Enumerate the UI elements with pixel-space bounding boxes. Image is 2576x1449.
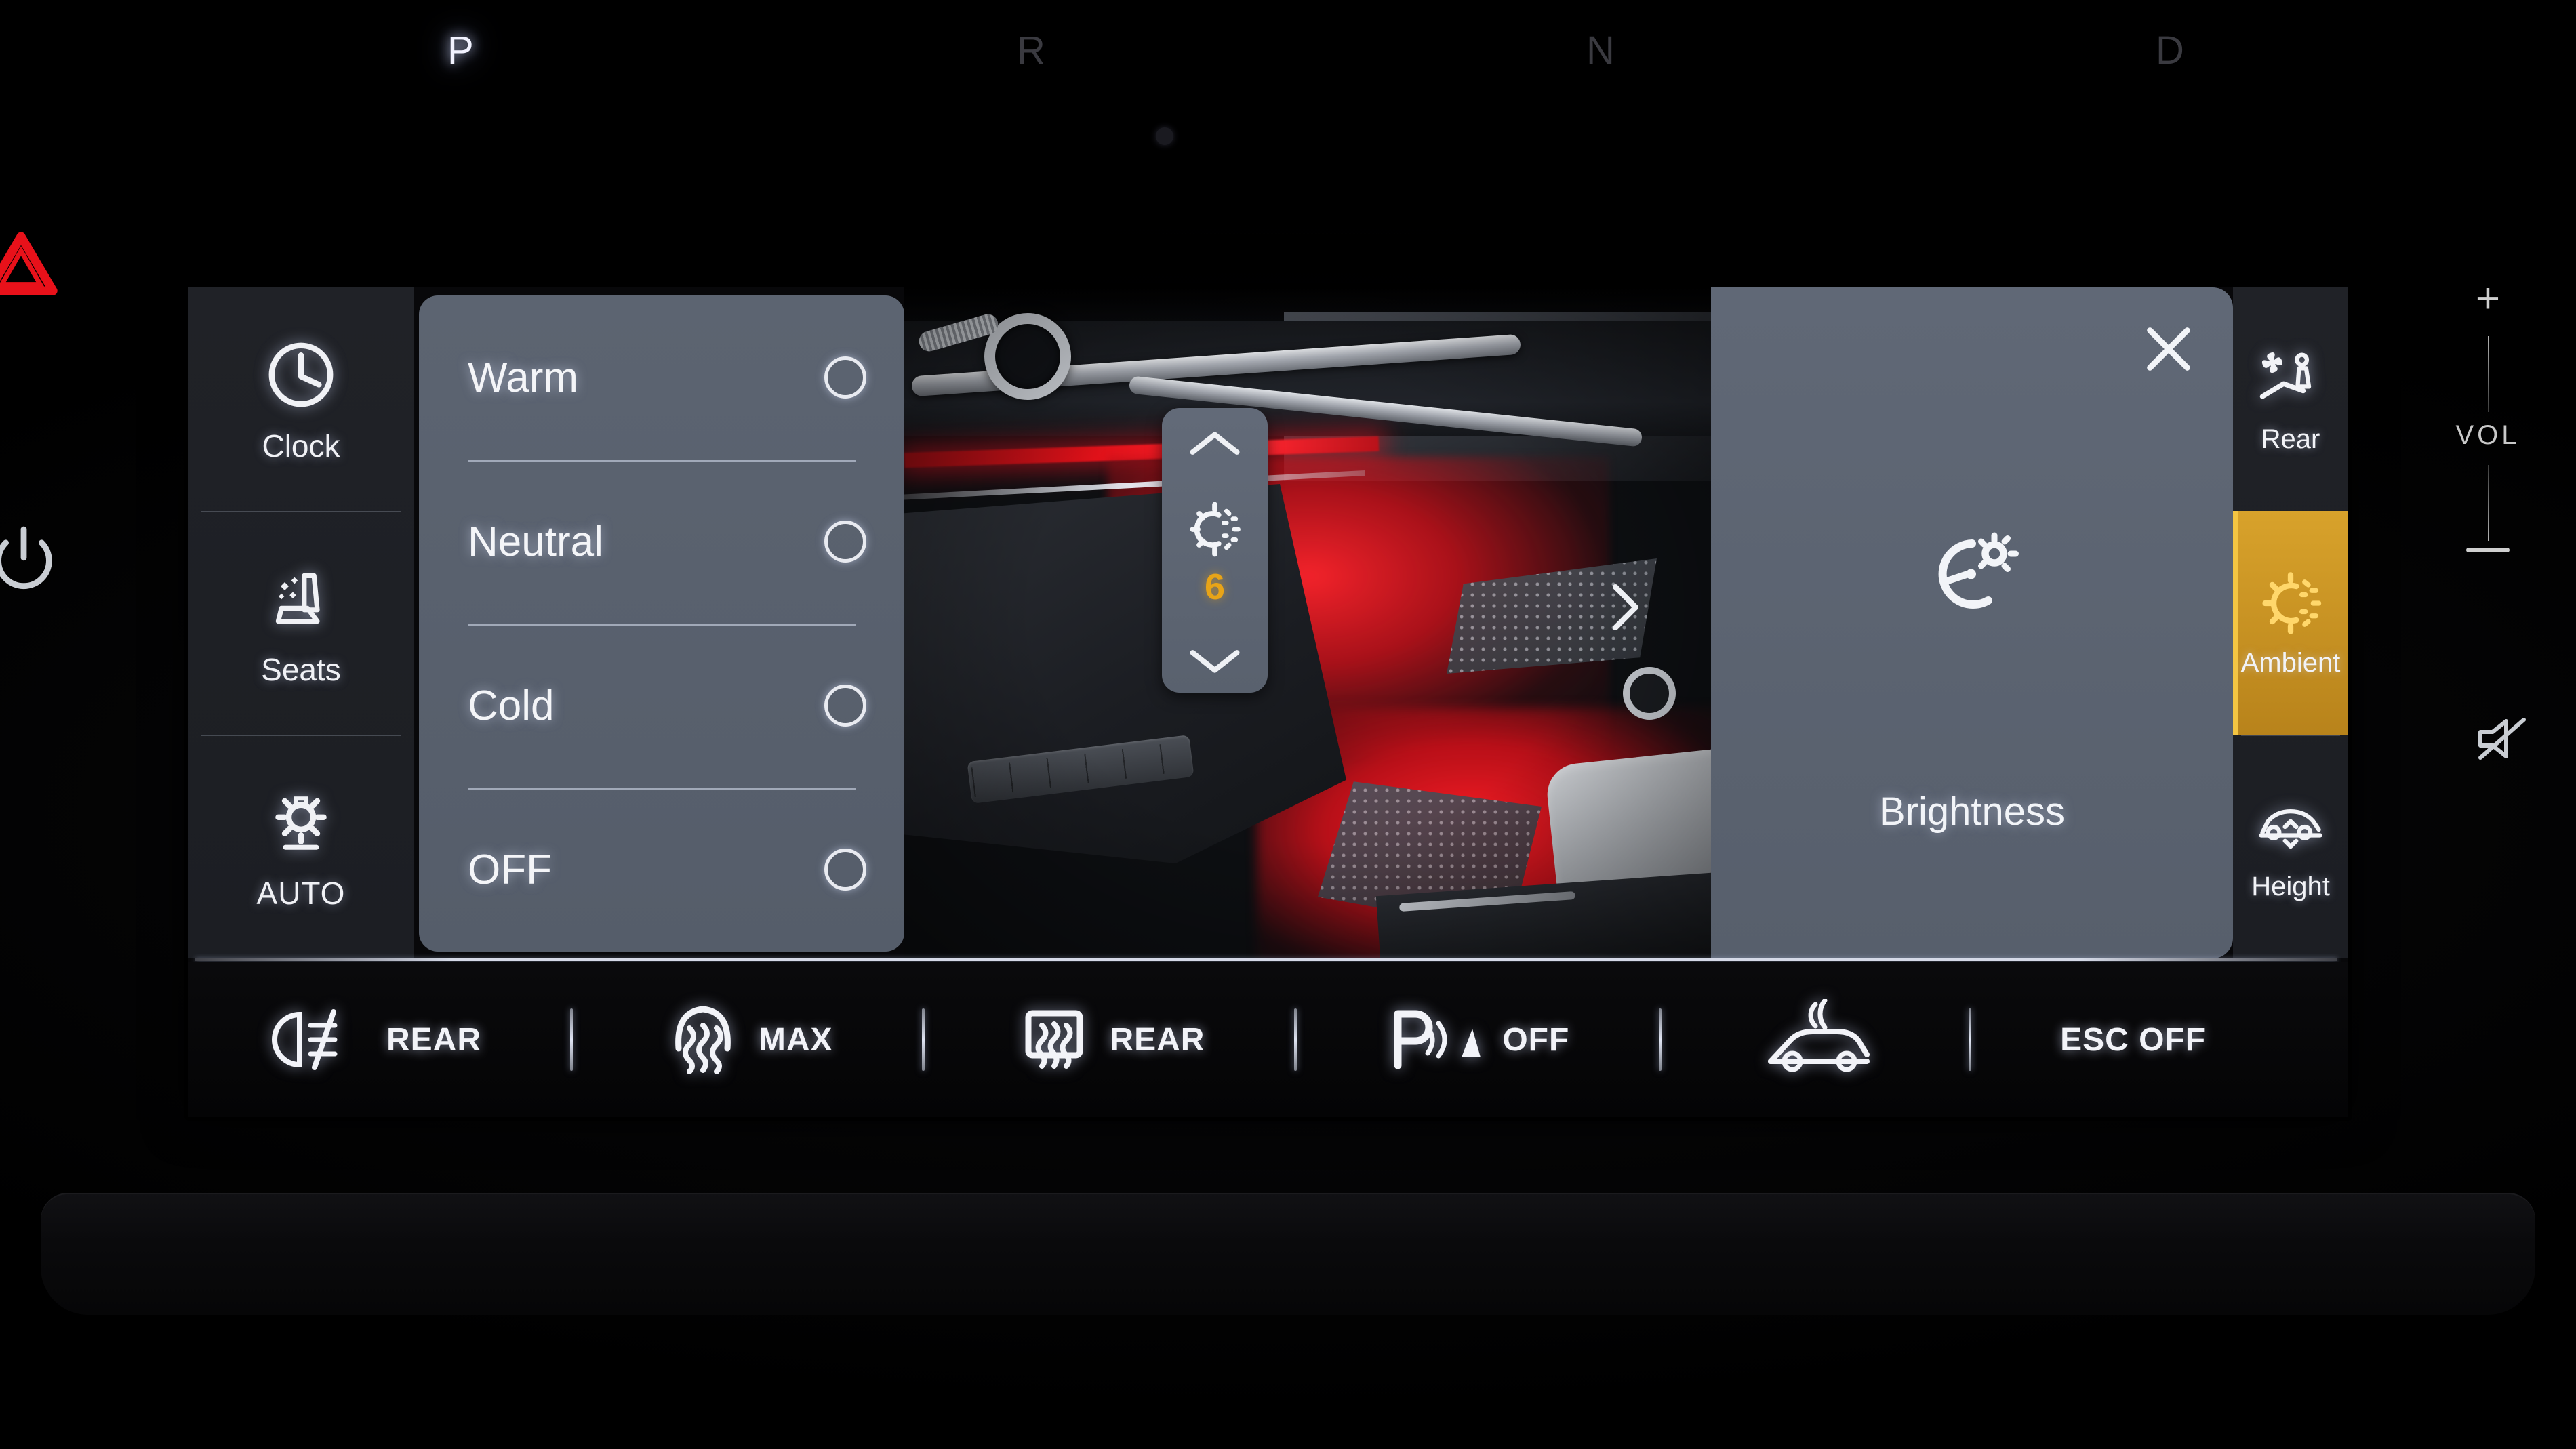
bottom-bar-divider-3 [1293, 1008, 1297, 1071]
rear-fog-light-button[interactable]: REAR [270, 962, 481, 1117]
sidebar-item-clock[interactable]: Clock [188, 287, 414, 511]
rear-fog-light-icon [272, 1009, 338, 1070]
gear-position-n[interactable]: N [1586, 7, 1615, 95]
seat-climate-icon [275, 573, 320, 624]
power-icon[interactable] [0, 522, 61, 596]
surround-camera-icon [1768, 999, 1870, 1072]
esc-off-button[interactable]: ESC OFF [2060, 962, 2206, 1117]
mode-option-neutral[interactable]: Neutral [419, 460, 904, 624]
infotainment-display[interactable]: Clock Seats AUTO Warm Neutral Cold OFF 6… [188, 287, 2348, 1117]
left-icon-rail: Clock Seats AUTO [188, 287, 414, 958]
vehicle-height-icon [2259, 809, 2322, 849]
brightness-label: Brightness [1878, 790, 2066, 834]
ambient-preview-image [904, 287, 1711, 958]
front-defrost-button[interactable]: MAX [662, 962, 833, 1117]
park-assist-button[interactable]: OFF [1386, 962, 1569, 1117]
sidebar-item-seats[interactable]: Seats [188, 511, 414, 735]
sidebar-label-height: Height [2251, 871, 2330, 901]
volume-up-button[interactable]: + [2413, 278, 2562, 325]
sidebar-label-ambient: Ambient [2240, 647, 2341, 678]
brightness-stepper[interactable]: 6 [1162, 408, 1268, 693]
rear-climate-icon [2259, 352, 2312, 399]
clock-icon [268, 342, 334, 407]
rear-defrost-icon [1025, 1010, 1083, 1069]
mode-radio-cold[interactable] [824, 685, 866, 727]
volume-line-lower [2488, 465, 2489, 541]
volume-line-upper [2488, 336, 2489, 412]
cabin-camera-lens [1156, 127, 1173, 145]
sidebar-label-rear: Rear [2261, 424, 2320, 454]
bottom-bar-divider-4 [1658, 1008, 1662, 1071]
mode-radio-neutral[interactable] [824, 521, 866, 563]
front-defrost-label: MAX [758, 1021, 833, 1058]
brightness-value: 6 [1204, 567, 1226, 607]
brightness-sun-icon [1190, 502, 1241, 557]
hazard-triangle-icon[interactable] [0, 224, 65, 304]
chevron-up-icon[interactable] [1186, 426, 1244, 462]
volume-control[interactable]: + VOL [2413, 278, 2562, 657]
sidebar-label-auto: AUTO [256, 876, 346, 911]
park-assist-icon [1394, 1010, 1481, 1069]
mode-radio-warm[interactable] [824, 356, 866, 399]
display-content-area: Clock Seats AUTO Warm Neutral Cold OFF 6… [188, 287, 2348, 958]
close-icon[interactable] [2139, 320, 2198, 378]
sidebar-item-ambient[interactable]: Ambient [2233, 511, 2348, 735]
sidebar-label-clock: Clock [262, 428, 340, 464]
gear-position-r[interactable]: R [1017, 7, 1046, 95]
mute-speaker-icon[interactable] [2468, 705, 2542, 773]
mode-label-neutral: Neutral [468, 518, 603, 565]
ambient-light-icon [2262, 571, 2322, 634]
gear-position-p[interactable]: P [447, 7, 475, 95]
sidebar-item-rear[interactable]: Rear [2233, 287, 2348, 511]
mode-option-warm[interactable]: Warm [419, 295, 904, 460]
ambient-mode-list: Warm Neutral Cold OFF [419, 295, 904, 952]
sidebar-label-seats: Seats [261, 652, 341, 687]
mode-label-cold: Cold [468, 682, 555, 729]
park-assist-label: OFF [1502, 1021, 1570, 1058]
rear-fog-light-label: REAR [386, 1021, 482, 1058]
brightness-panel: Brightness [1613, 287, 2233, 958]
mode-label-warm: Warm [468, 354, 578, 401]
surround-camera-button[interactable] [1750, 962, 1879, 1117]
brightness-auto-icon [275, 796, 327, 850]
right-icon-rail: Rear Ambient Height [2233, 287, 2348, 958]
gear-position-d[interactable]: D [2156, 7, 2185, 95]
rear-defrost-label: REAR [1110, 1021, 1205, 1058]
rear-defrost-button[interactable]: REAR [1013, 962, 1205, 1117]
front-defrost-icon [675, 1005, 731, 1074]
volume-down-button[interactable] [2466, 548, 2510, 552]
display-section-divider [195, 958, 2337, 961]
bottom-bar-divider-2 [922, 1008, 925, 1071]
bottom-function-bar: REAR MAX REAR OFF ESC OFF [188, 962, 2348, 1117]
bottom-bar-divider-1 [570, 1008, 573, 1071]
bottom-bar-divider-5 [1968, 1008, 1971, 1071]
volume-label: VOL [2455, 420, 2520, 450]
mode-option-cold[interactable]: Cold [419, 624, 904, 788]
sidebar-item-auto-brightness[interactable]: AUTO [188, 735, 414, 958]
chevron-down-icon[interactable] [1186, 642, 1244, 679]
brightness-dial-icon [1921, 523, 2023, 625]
chevron-right-icon[interactable] [1603, 580, 1647, 634]
gear-selector: P R N D [380, 7, 2251, 95]
sidebar-item-height[interactable]: Height [2233, 735, 2348, 958]
esc-off-label: ESC OFF [2060, 1021, 2207, 1058]
dashboard-lower-trim [41, 1193, 2535, 1315]
mode-label-off: OFF [468, 846, 552, 893]
mode-radio-off[interactable] [824, 849, 866, 891]
mode-option-off[interactable]: OFF [419, 788, 904, 952]
